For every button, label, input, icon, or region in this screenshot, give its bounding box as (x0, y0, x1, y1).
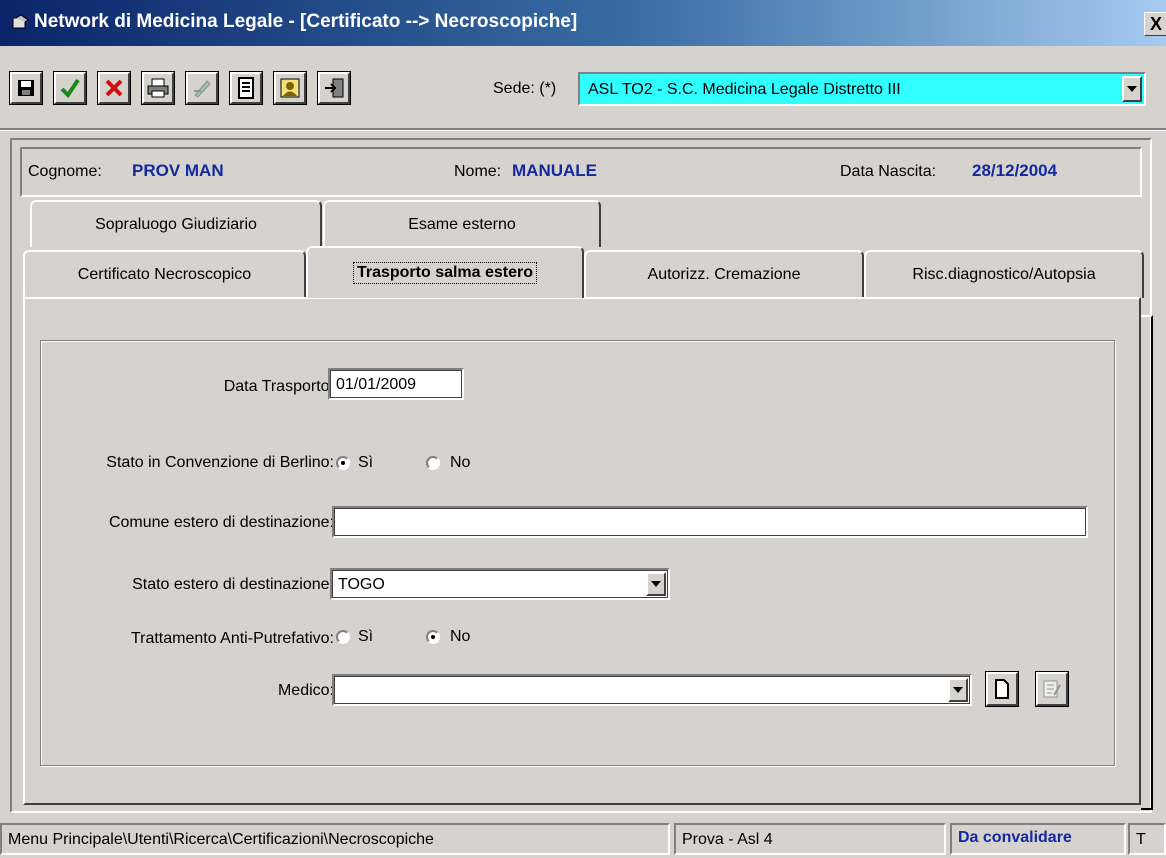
city-label: Comune estero di destinazione: (108, 514, 334, 531)
date-input[interactable]: 01/01/2009 (328, 368, 464, 400)
name-value: MANUALE (512, 161, 597, 180)
name-label: Nome: (454, 163, 502, 180)
window-title: Network di Medicina Legale - [Certificat… (34, 11, 578, 32)
new-doctor-button[interactable] (985, 671, 1019, 707)
berlin-no-label: No (450, 454, 471, 471)
country-label: Stato estero di destinazione: (132, 576, 334, 593)
app-icon (12, 14, 30, 30)
exit-button[interactable] (317, 71, 351, 105)
pen-tool-icon (194, 80, 211, 98)
berlin-no-radio[interactable] (426, 456, 440, 470)
date-value: 01/01/2009 (336, 376, 417, 393)
treatment-no-radio[interactable] (426, 630, 440, 644)
doctor-label: Medico: (277, 682, 334, 699)
status-extra: T (1128, 823, 1166, 855)
surname-label: Cognome: (28, 163, 102, 180)
tab-certificato-necroscopico[interactable]: Certificato Necroscopico (23, 250, 306, 298)
sede-label: Sede: (*) (493, 80, 557, 97)
printer-icon (147, 78, 169, 98)
chevron-down-icon[interactable] (646, 572, 666, 596)
toolbar: Sede: (*) ASL TO2 - S.C. Medicina Legale… (0, 62, 1166, 122)
edit-doctor-button[interactable] (1035, 671, 1069, 707)
tab-esame-esterno[interactable]: Esame esterno (323, 200, 601, 247)
save-button[interactable] (9, 71, 43, 105)
patient-header: Cognome: PROV MAN Nome: MANUALE Data Nas… (20, 147, 1142, 197)
status-user: Prova - Asl 4 (674, 823, 946, 855)
berlin-yes-radio[interactable] (336, 456, 350, 470)
save-icon (18, 80, 34, 96)
chevron-down-icon[interactable] (948, 678, 968, 702)
tab-trasporto-salma-estero[interactable]: Trasporto salma estero (306, 246, 584, 298)
treatment-yes-label: Sì (358, 628, 374, 645)
new-document-icon (995, 679, 1009, 699)
berlin-label: Stato in Convenzione di Berlino: (106, 454, 334, 471)
tab-label: Sopraluogo Giudiziario (95, 215, 257, 233)
tab-label: Autorizz. Cremazione (647, 266, 801, 283)
treatment-yes-radio[interactable] (336, 630, 350, 644)
title-bar: Network di Medicina Legale - [Certificat… (0, 0, 1166, 46)
close-button[interactable]: X (1144, 12, 1166, 36)
confirm-button[interactable] (53, 71, 87, 105)
status-state: Da convalidare (950, 823, 1126, 855)
tab-label: Risc.diagnostico/Autopsia (912, 266, 1096, 283)
birth-value: 28/12/2004 (972, 161, 1058, 180)
print-button[interactable] (141, 71, 175, 105)
country-select[interactable]: TOGO (330, 568, 670, 600)
exit-door-icon (325, 78, 344, 98)
tab-risc-diagnostico[interactable]: Risc.diagnostico/Autopsia (864, 250, 1144, 298)
tab-label: Certificato Necroscopico (77, 266, 252, 283)
disabled-tool-button[interactable] (185, 71, 219, 105)
document-icon (238, 77, 254, 99)
tab-sopraluogo[interactable]: Sopraluogo Giudiziario (30, 200, 322, 247)
tab-label: Esame esterno (408, 215, 516, 233)
document-button[interactable] (229, 71, 263, 105)
status-path: Menu Principale\Utenti\Ricerca\Certifica… (0, 823, 670, 855)
birth-label: Data Nascita: (840, 163, 937, 180)
status-bar: Menu Principale\Utenti\Ricerca\Certifica… (0, 818, 1166, 858)
treatment-no-label: No (450, 628, 471, 645)
chevron-down-icon[interactable] (1122, 76, 1142, 102)
tab-autorizz-cremazione[interactable]: Autorizz. Cremazione (584, 250, 864, 298)
toolbar-separator (0, 128, 1166, 131)
checkmark-icon (60, 78, 80, 99)
surname-value: PROV MAN (132, 161, 224, 180)
panel-edge (1141, 315, 1153, 810)
sede-value: ASL TO2 - S.C. Medicina Legale Distretto… (588, 81, 901, 98)
user-button[interactable] (273, 71, 307, 105)
doctor-select[interactable] (332, 674, 972, 706)
cancel-button[interactable] (97, 71, 131, 105)
edit-document-icon (1043, 680, 1061, 698)
treatment-label: Trattamento Anti-Putrefativo: (130, 630, 334, 647)
sede-select[interactable]: ASL TO2 - S.C. Medicina Legale Distretto… (578, 72, 1146, 106)
city-input[interactable] (332, 506, 1088, 538)
berlin-yes-label: Sì (358, 454, 374, 471)
date-label: Data Trasporto: (223, 378, 334, 395)
tab-label: Trasporto salma estero (352, 262, 538, 284)
country-value: TOGO (338, 576, 385, 593)
x-icon (105, 79, 123, 97)
user-icon (280, 78, 300, 98)
